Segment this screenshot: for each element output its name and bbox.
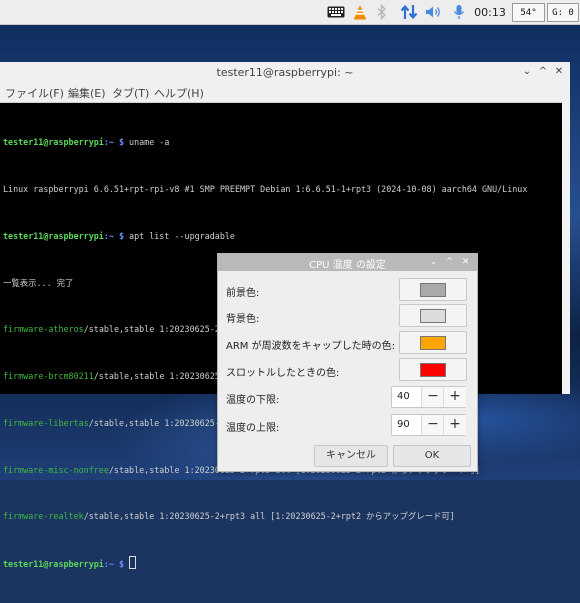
volume-icon[interactable] [424, 0, 444, 24]
dialog-maximize-button[interactable]: ^ [443, 255, 456, 270]
ok-button[interactable]: OK [393, 445, 471, 467]
network-icon[interactable] [398, 0, 420, 24]
output-line: Linux raspberrypi 6.6.51+rpt-rpi-v8 #1 S… [3, 183, 528, 194]
bluetooth-icon[interactable] [373, 0, 391, 24]
upper-limit-increment-button[interactable]: + [443, 415, 466, 435]
foreground-color-label: 前景色: [226, 288, 260, 299]
lower-limit-increment-button[interactable]: + [443, 387, 466, 407]
lower-limit-value[interactable]: 40 [397, 391, 410, 402]
throttle-color-swatch [420, 363, 446, 377]
prompt-line: tester11@raspberrypi:~ $ uname -a [3, 137, 170, 148]
keyboard-icon[interactable] [326, 0, 346, 24]
cpu-temp-settings-dialog: CPU 温度 の設定 ⌄ ^ ✕ 前景色: 背景色: ARM が周波数をキャップ… [217, 253, 478, 472]
cpu-temperature-indicator[interactable]: 54° [512, 3, 545, 22]
foreground-color-swatch [420, 283, 446, 297]
foreground-color-button[interactable] [399, 278, 467, 301]
top-panel: 00:13 54° G: 0 [0, 0, 580, 25]
dialog-titlebar[interactable]: CPU 温度 の設定 ⌄ ^ ✕ [218, 254, 477, 271]
package-line: firmware-realtek/stable,stable 1:2023062… [3, 511, 455, 522]
throttle-color-label: スロットルしたときの色: [226, 368, 340, 379]
upper-limit-value[interactable]: 90 [397, 419, 410, 430]
clock[interactable]: 00:13 [472, 0, 508, 24]
upper-limit-label: 温度の上限: [226, 423, 280, 434]
cancel-button[interactable]: キャンセル [314, 445, 388, 467]
terminal-scrollbar[interactable] [562, 102, 570, 394]
prompt-line: tester11@raspberrypi:~ $ apt list --upgr… [3, 230, 235, 241]
arm-cap-color-label: ARM が周波数をキャップした時の色: [226, 341, 395, 352]
terminal-menubar: ファイル(F) 編集(E) タブ(T) ヘルプ(H) [0, 82, 570, 103]
minimize-button[interactable]: ⌄ [520, 64, 534, 80]
throttle-color-button[interactable] [399, 358, 467, 381]
terminal-titlebar[interactable]: tester11@raspberrypi: ~ ⌄ ^ ✕ [0, 62, 570, 83]
background-color-button[interactable] [399, 304, 467, 327]
arm-cap-color-button[interactable] [399, 331, 467, 354]
background-color-label: 背景色: [226, 314, 260, 325]
vlc-icon[interactable] [350, 0, 370, 24]
dialog-minimize-button[interactable]: ⌄ [427, 255, 440, 270]
background-color-swatch [420, 309, 446, 323]
menu-edit[interactable]: 編集(E) [68, 85, 106, 101]
maximize-button[interactable]: ^ [536, 64, 550, 80]
close-button[interactable]: ✕ [552, 64, 566, 80]
lower-limit-decrement-button[interactable]: − [421, 387, 444, 407]
terminal-title: tester11@raspberrypi: ~ [216, 66, 354, 79]
microphone-icon[interactable] [450, 0, 468, 24]
lower-limit-label: 温度の下限: [226, 395, 280, 406]
menu-help[interactable]: ヘルプ(H) [154, 85, 204, 101]
upper-limit-spinner[interactable]: 90 − + [391, 414, 466, 436]
upper-limit-decrement-button[interactable]: − [421, 415, 444, 435]
arm-cap-color-swatch [420, 336, 446, 350]
prompt-line: tester11@raspberrypi:~ $ [3, 556, 568, 572]
text-cursor [129, 556, 137, 570]
gpu-indicator[interactable]: G: 0 [547, 3, 579, 22]
menu-file[interactable]: ファイル(F) [5, 85, 64, 101]
dialog-close-button[interactable]: ✕ [459, 255, 472, 270]
menu-tabs[interactable]: タブ(T) [112, 85, 149, 101]
lower-limit-spinner[interactable]: 40 − + [391, 386, 466, 408]
